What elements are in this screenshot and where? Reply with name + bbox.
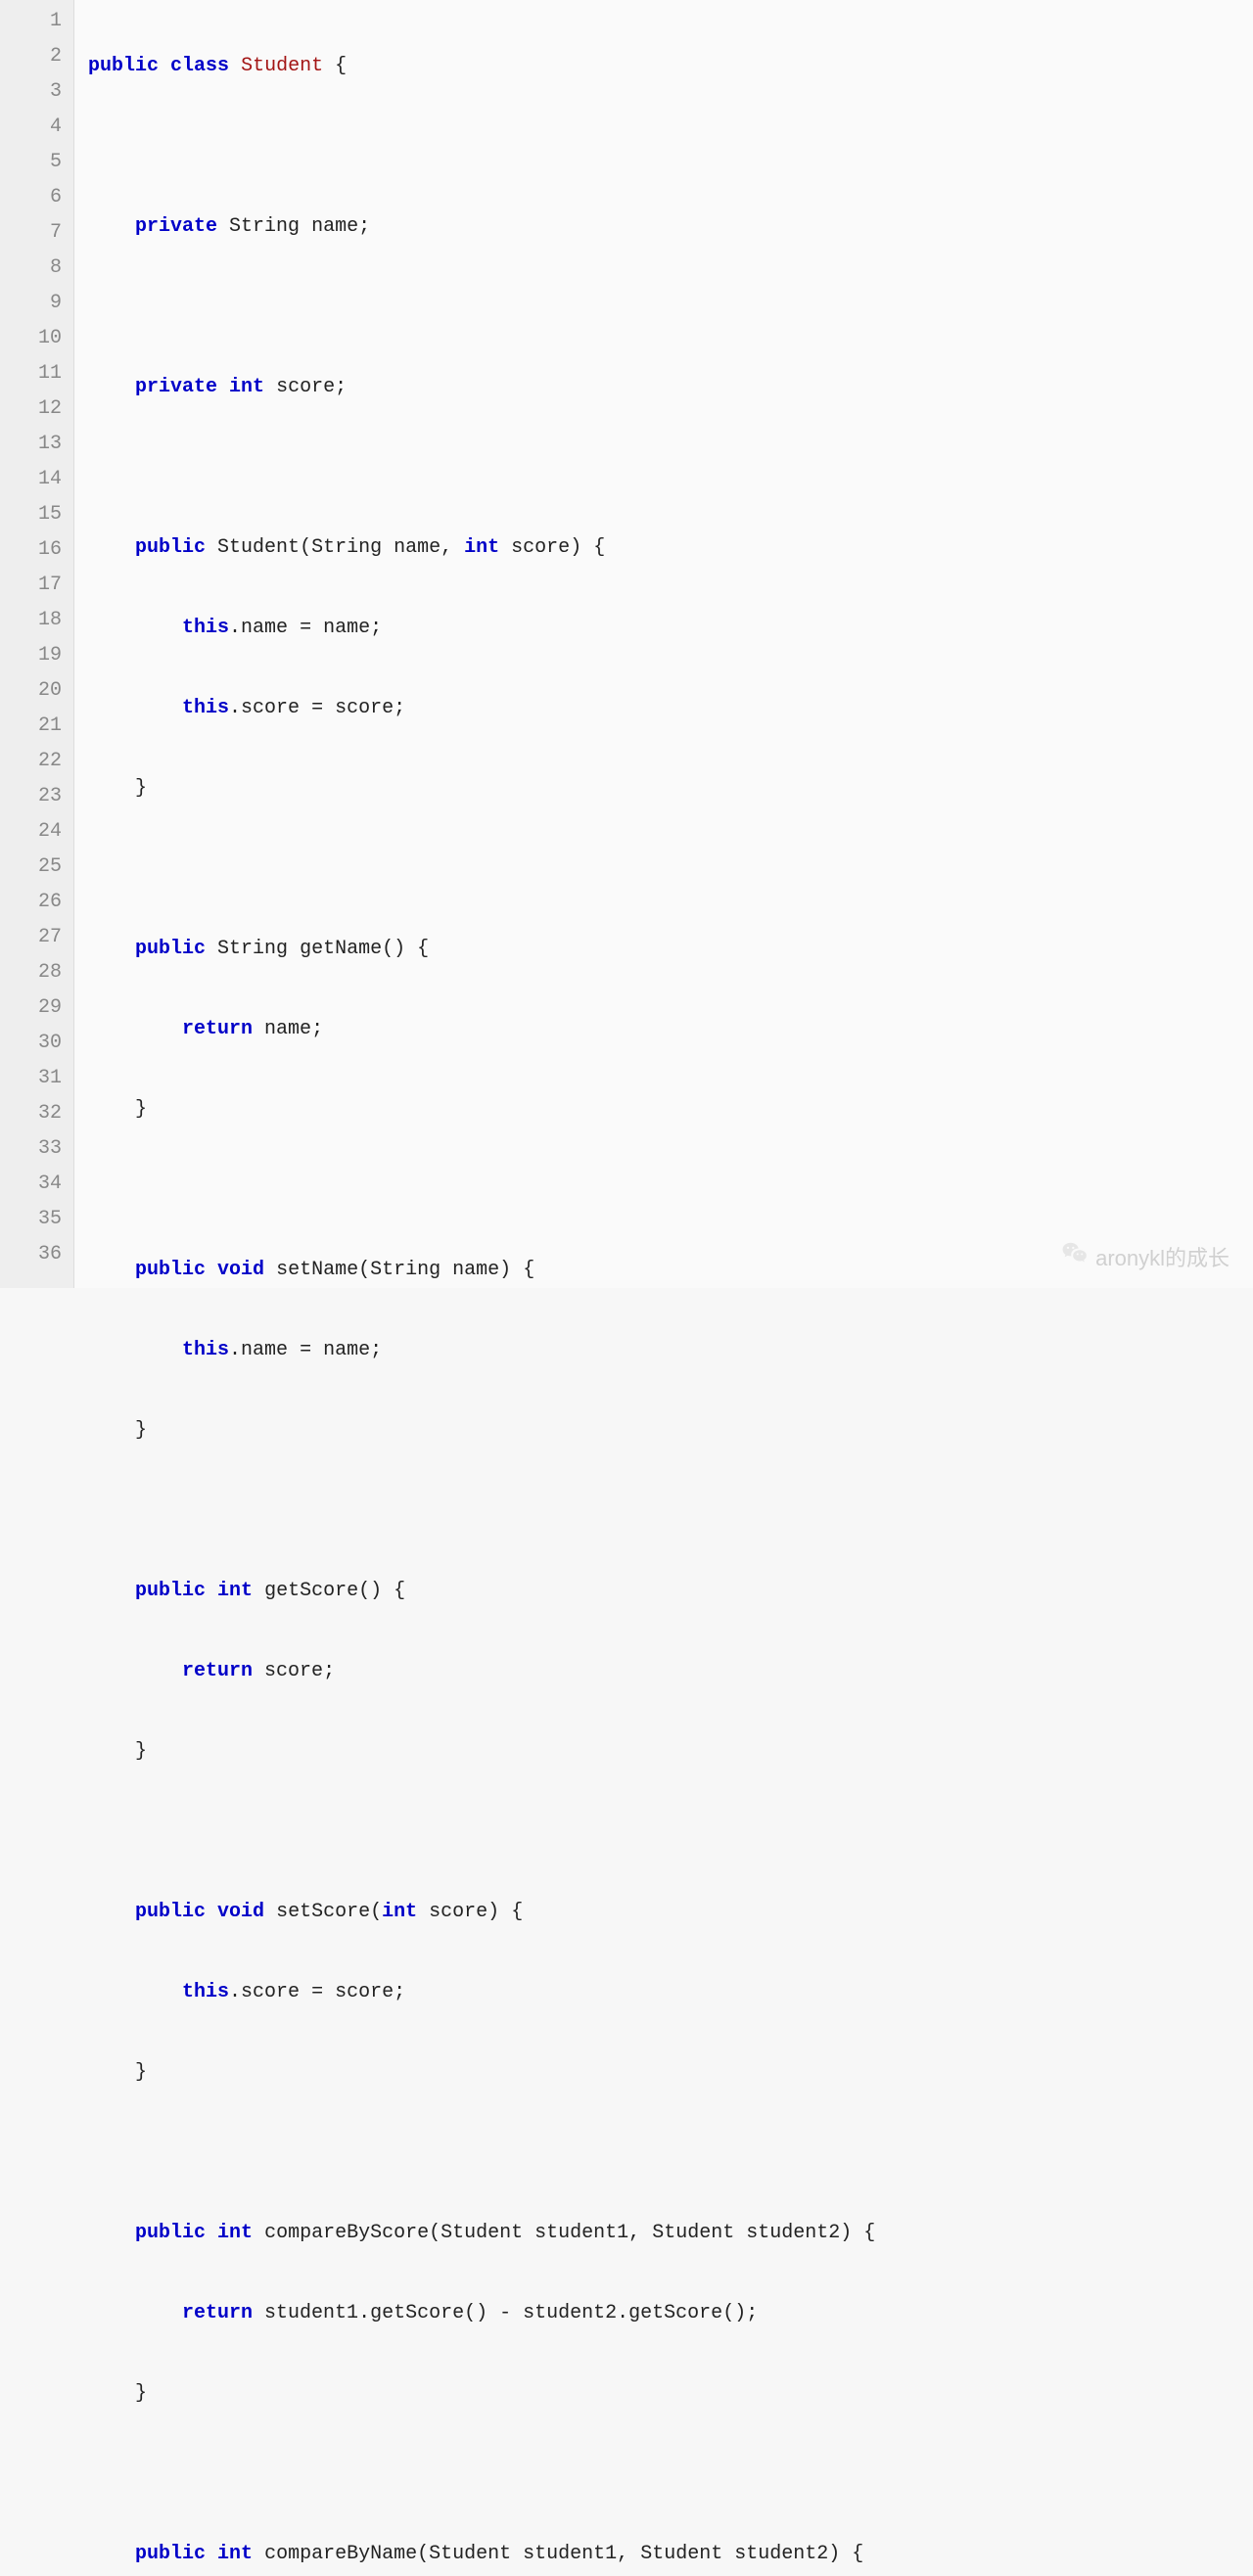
line-number: 33 bbox=[8, 1131, 62, 1167]
line-number: 13 bbox=[8, 427, 62, 462]
line-number: 2 bbox=[8, 39, 62, 74]
line-number: 10 bbox=[8, 321, 62, 356]
line-number: 17 bbox=[8, 568, 62, 603]
line-number: 20 bbox=[8, 673, 62, 709]
line-number: 6 bbox=[8, 180, 62, 215]
code-editor: 1 2 3 4 5 6 7 8 9 10 11 12 13 14 15 16 1… bbox=[0, 0, 1253, 1288]
line-number: 9 bbox=[8, 286, 62, 321]
code-line bbox=[88, 450, 1253, 485]
line-number: 7 bbox=[8, 215, 62, 251]
code-line: return score; bbox=[88, 1654, 1253, 1689]
line-number: 34 bbox=[8, 1167, 62, 1202]
code-line bbox=[88, 2136, 1253, 2171]
code-line: } bbox=[88, 1734, 1253, 1770]
line-number: 19 bbox=[8, 638, 62, 673]
code-line: public Student(String name, int score) { bbox=[88, 530, 1253, 566]
line-number: 5 bbox=[8, 145, 62, 180]
line-number: 32 bbox=[8, 1096, 62, 1131]
code-line: private int score; bbox=[88, 370, 1253, 405]
line-number: 16 bbox=[8, 532, 62, 568]
code-line bbox=[88, 851, 1253, 887]
code-line: this.name = name; bbox=[88, 611, 1253, 646]
line-number: 14 bbox=[8, 462, 62, 497]
code-line: this.score = score; bbox=[88, 1975, 1253, 2010]
code-line: private String name; bbox=[88, 209, 1253, 245]
code-line: public class Student { bbox=[88, 49, 1253, 84]
line-number: 36 bbox=[8, 1237, 62, 1272]
code-line: return student1.getScore() - student2.ge… bbox=[88, 2296, 1253, 2331]
code-line: } bbox=[88, 2055, 1253, 2091]
wechat-icon bbox=[1060, 1239, 1090, 1274]
code-line: } bbox=[88, 1092, 1253, 1127]
code-line: return name; bbox=[88, 1012, 1253, 1047]
line-number: 26 bbox=[8, 885, 62, 920]
line-number: 35 bbox=[8, 1202, 62, 1237]
line-number: 3 bbox=[8, 74, 62, 110]
line-number: 28 bbox=[8, 955, 62, 990]
line-number: 25 bbox=[8, 850, 62, 885]
line-number: 24 bbox=[8, 814, 62, 850]
watermark: aronykl的成长 bbox=[1060, 1239, 1230, 1274]
code-line bbox=[88, 290, 1253, 325]
line-number: 1 bbox=[8, 4, 62, 39]
code-line: } bbox=[88, 771, 1253, 806]
code-line: this.score = score; bbox=[88, 691, 1253, 726]
watermark-text: aronykl的成长 bbox=[1095, 1241, 1230, 1272]
code-line: public int getScore() { bbox=[88, 1574, 1253, 1609]
line-number: 30 bbox=[8, 1026, 62, 1061]
code-line: } bbox=[88, 1413, 1253, 1449]
line-number: 11 bbox=[8, 356, 62, 391]
line-number: 29 bbox=[8, 990, 62, 1026]
line-number: 22 bbox=[8, 744, 62, 779]
line-number: 23 bbox=[8, 779, 62, 814]
line-number: 31 bbox=[8, 1061, 62, 1096]
code-line bbox=[88, 129, 1253, 164]
code-line bbox=[88, 1815, 1253, 1850]
code-line: public int compareByName(Student student… bbox=[88, 2537, 1253, 2572]
code-line bbox=[88, 1173, 1253, 1208]
line-number: 18 bbox=[8, 603, 62, 638]
line-number: 8 bbox=[8, 251, 62, 286]
code-line: this.name = name; bbox=[88, 1333, 1253, 1368]
line-number: 4 bbox=[8, 110, 62, 145]
code-line: public void setScore(int score) { bbox=[88, 1895, 1253, 1930]
code-line bbox=[88, 2457, 1253, 2492]
code-line: public int compareByScore(Student studen… bbox=[88, 2216, 1253, 2251]
code-line: public String getName() { bbox=[88, 932, 1253, 967]
line-number: 27 bbox=[8, 920, 62, 955]
code-line: } bbox=[88, 2376, 1253, 2412]
code-line bbox=[88, 1494, 1253, 1529]
line-number: 12 bbox=[8, 391, 62, 427]
code-area[interactable]: public class Student { private String na… bbox=[74, 0, 1253, 1288]
line-gutter: 1 2 3 4 5 6 7 8 9 10 11 12 13 14 15 16 1… bbox=[0, 0, 74, 1288]
line-number: 21 bbox=[8, 709, 62, 744]
line-number: 15 bbox=[8, 497, 62, 532]
